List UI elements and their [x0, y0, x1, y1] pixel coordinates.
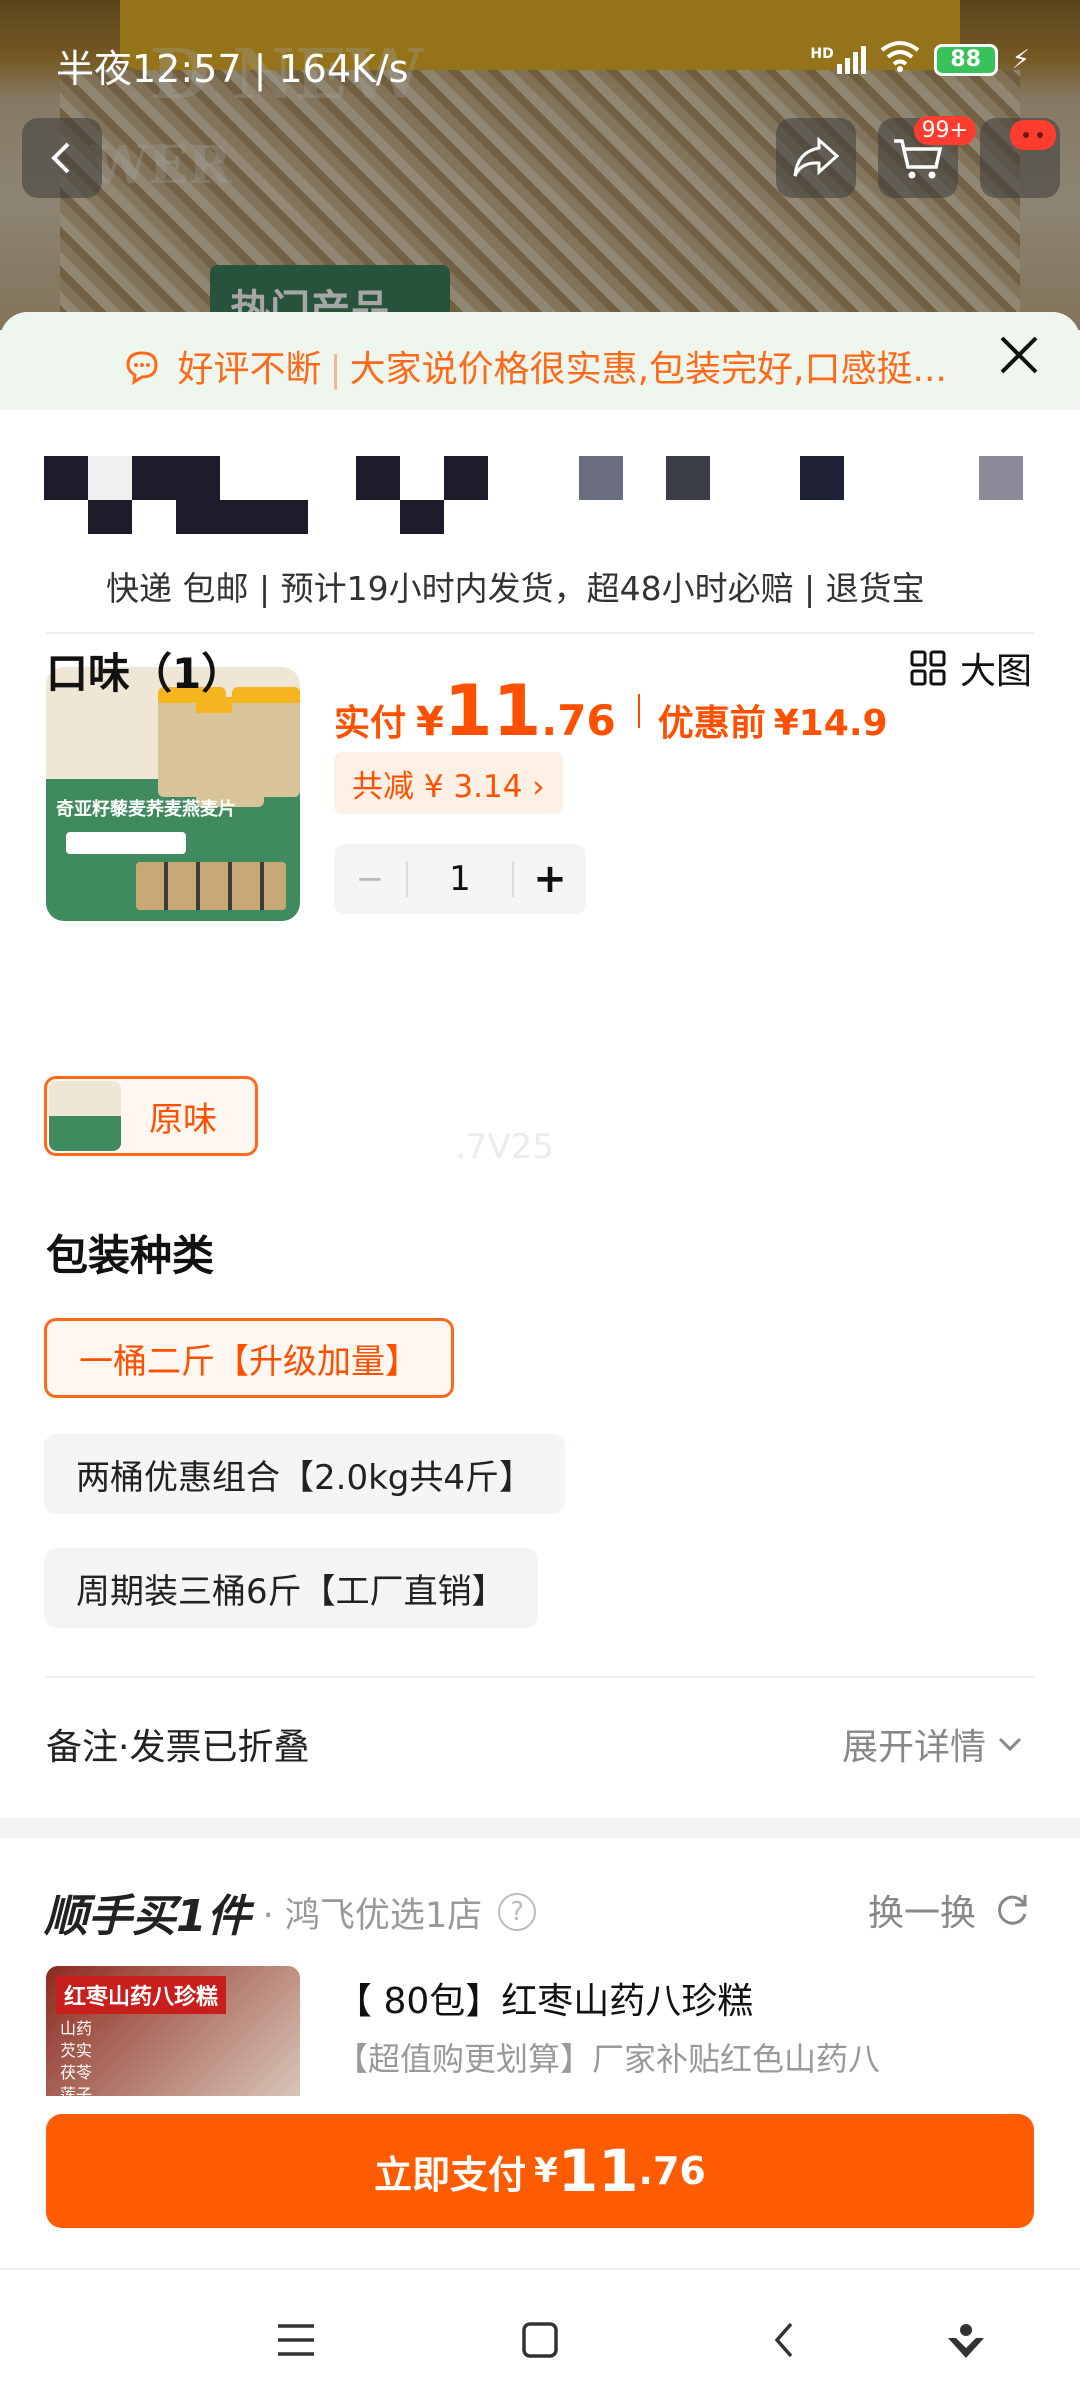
flavor-option-original[interactable]: 原味 [44, 1076, 258, 1156]
menu-button[interactable] [266, 2310, 326, 2370]
section-separator [0, 1818, 1080, 1838]
home-icon [522, 2322, 558, 2358]
price-decimal: .76 [541, 696, 616, 745]
service-info: 快递 包邮 | 预计19小时内发货，超48小时必赔 | 退货宝 [106, 569, 925, 608]
review-text: 大家说价格很实惠,包装完好,口感挺... [349, 349, 947, 390]
review-banner: 好评不断 | 大家说价格很实惠,包装完好,口感挺... [0, 312, 1080, 410]
help-icon[interactable]: ? [498, 1893, 537, 1931]
package-option-1[interactable]: 一桶二斤【升级加量】 [44, 1318, 454, 1398]
message-button[interactable] [980, 118, 1060, 198]
wifi-icon [880, 40, 920, 79]
swap-button[interactable]: 换一换 [868, 1884, 1032, 1936]
cart-badge: 99+ [913, 116, 976, 145]
divider [46, 632, 1034, 634]
status-icons: HD 88 ⚡ [810, 40, 1030, 79]
pixelated-title-area [44, 444, 1034, 534]
battery-icon: 88 [933, 43, 998, 76]
package-title: 包装种类 [46, 1231, 215, 1280]
chevron-left-icon [51, 142, 70, 174]
watermark-text: .7V25 [455, 1127, 554, 1167]
remark-invoice-label: 备注·发票已折叠 [46, 1727, 310, 1768]
status-bar: 半夜12:57 | 164K/s HD 88 ⚡ [0, 0, 1080, 110]
menu-icon [278, 2324, 314, 2356]
charging-icon: ⚡ [1011, 44, 1030, 75]
back-nav-button[interactable] [754, 2310, 814, 2370]
cart-button[interactable]: 99+ [878, 116, 976, 198]
review-highlight: 好评不断 [177, 349, 322, 390]
share-icon [793, 136, 840, 177]
package-option-2[interactable]: 两桶优惠组合【2.0kg共4斤】 [44, 1434, 565, 1514]
add-on-item-thumbnail[interactable]: 红枣山药八珍糕 山药 芡实 茯苓 莲子 [46, 1966, 300, 2096]
package-option-3[interactable]: 周期装三桶6斤【工厂直销】 [44, 1548, 538, 1628]
pay-label: 实付 [334, 703, 407, 744]
system-nav-bar [0, 2268, 1080, 2400]
pay-integer: 11 [557, 2137, 639, 2205]
big-picture-toggle[interactable]: 大图 [910, 642, 1032, 694]
status-time: 半夜12:57 | 164K/s [56, 47, 409, 91]
price-currency: ¥ [416, 699, 444, 745]
close-icon [1000, 336, 1038, 374]
thumb-tag: 红枣山药八珍糕 [56, 1976, 227, 2014]
message-icon [1010, 120, 1056, 150]
expand-label: 展开详情 [841, 1727, 986, 1768]
price-before-value: ¥14.9 [773, 703, 888, 744]
share-button[interactable] [776, 118, 856, 198]
assistant-button[interactable] [936, 2310, 996, 2370]
price-line: 实付 ¥ 11 .76 优惠前 ¥14.9 [334, 670, 888, 752]
product-thumbnail[interactable]: 奇亚籽藜麦荞麦燕麦片 [46, 667, 300, 921]
big-picture-label: 大图 [959, 651, 1032, 692]
comment-icon [124, 349, 160, 394]
flavor-option-thumbnail [49, 1081, 121, 1151]
increase-button[interactable]: + [514, 856, 586, 902]
signal-icon: HD [810, 45, 866, 74]
price-before-label: 优惠前 [657, 703, 766, 744]
chevron-down-icon [998, 1737, 1022, 1752]
add-on-brand: 顺手买1件 [44, 1891, 251, 1942]
home-button[interactable] [510, 2310, 570, 2370]
back-arrow-icon [774, 2322, 793, 2358]
back-button[interactable] [22, 118, 102, 198]
pay-now-label: 立即支付 [374, 2152, 527, 2197]
pay-now-button[interactable]: 立即支付 ¥ 11 .76 [46, 2114, 1034, 2228]
thumbnail-caption: 奇亚籽藜麦荞麦燕麦片 [56, 799, 236, 820]
pay-currency: ¥ [534, 2151, 558, 2191]
quantity-stepper: − 1 + [334, 844, 586, 914]
add-on-shop: · 鸿飞优选1店 [262, 1895, 483, 1936]
grid-icon [910, 650, 946, 686]
add-on-header: 顺手买1件 · 鸿飞优选1店 ? [44, 1880, 537, 1944]
refresh-icon [998, 1895, 1027, 1925]
decrease-button[interactable]: − [334, 859, 406, 899]
add-on-item-subtitle: 【超值购更划算】厂家补贴红色山药八 [336, 2040, 881, 2078]
flavor-title: 口味（1） [46, 649, 244, 698]
pay-decimal: .76 [638, 2149, 706, 2193]
quantity-value[interactable]: 1 [406, 861, 514, 897]
flavor-option-label: 原味 [149, 1099, 217, 1140]
price-integer: 11 [443, 670, 542, 752]
divider [46, 1676, 1034, 1678]
swap-label: 换一换 [867, 1893, 976, 1934]
expand-details-button[interactable]: 展开详情 [842, 1718, 1024, 1770]
add-on-item-title[interactable]: 【 80包】红枣山药八珍糕 [336, 1972, 753, 2024]
discount-detail-button[interactable]: 共减 ¥ 3.14 › [334, 752, 563, 814]
close-button[interactable] [998, 334, 1040, 384]
assistant-icon [948, 2324, 984, 2358]
